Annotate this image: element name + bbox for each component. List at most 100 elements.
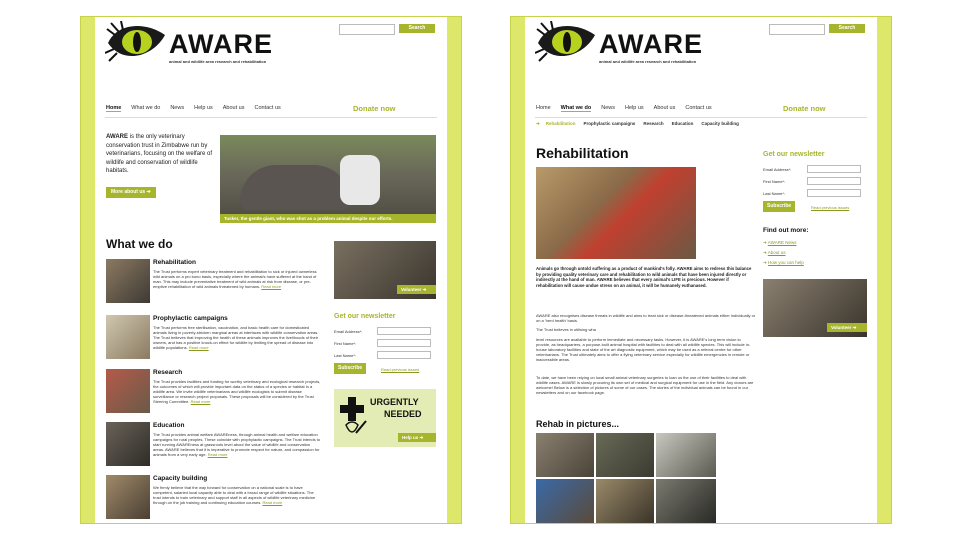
nav-home[interactable]: Home: [106, 105, 122, 112]
nav-help-us[interactable]: Help us: [194, 105, 213, 111]
section-title-prophylactic[interactable]: Prophylactic campaigns: [153, 315, 228, 322]
last-name-label: Last Name*:: [763, 191, 786, 196]
nav-about-us[interactable]: About us: [654, 105, 676, 111]
read-more-link[interactable]: Read more: [261, 284, 281, 289]
sub-nav: ➔ Rehabilitation Prophylactic campaigns Res…: [536, 121, 739, 127]
nav-help-us[interactable]: Help us: [625, 105, 644, 111]
read-more-link[interactable]: Read more: [189, 345, 209, 350]
paragraph-3: level resources are available to perform…: [536, 337, 751, 362]
nav-contact-us[interactable]: Contact us: [254, 105, 280, 111]
previous-issues-link[interactable]: Read previous issues: [811, 205, 849, 210]
needed-text: NEEDED: [384, 409, 422, 419]
capacity-thumb[interactable]: [106, 475, 150, 519]
donate-link[interactable]: Donate now: [353, 104, 396, 113]
link-aware-news[interactable]: ➔ AWARE News: [763, 238, 804, 248]
first-aid-icon: [340, 397, 367, 434]
donate-link[interactable]: Donate now: [783, 104, 826, 113]
last-name-field[interactable]: [807, 189, 861, 197]
email-field[interactable]: [807, 165, 861, 173]
main-nav: Home What we do News Help us About us Contact…: [106, 105, 291, 112]
hero-caption: Tusker, the gentle giant, who was shot a…: [220, 214, 436, 223]
first-name-label: First Name*:: [334, 341, 357, 346]
rehab-page-frame: AWARE animal and wildlife area research …: [510, 16, 892, 524]
nav-divider: [105, 117, 437, 118]
prophylactic-thumb[interactable]: [106, 315, 150, 359]
nav-contact-us[interactable]: Contact us: [685, 105, 711, 111]
research-thumb[interactable]: [106, 369, 150, 413]
find-out-links: ➔ AWARE News ➔ About us ➔ How you can he…: [763, 238, 804, 268]
brand-name: AWARE: [599, 29, 704, 59]
cheetah-photo: [536, 167, 696, 259]
search-button[interactable]: Search: [829, 24, 865, 33]
subscribe-button[interactable]: Subscribe: [334, 363, 367, 374]
brand-name: AWARE: [169, 29, 274, 59]
read-more-link[interactable]: Read more: [208, 452, 228, 457]
newsletter-heading: Get our newsletter: [334, 313, 396, 320]
rehabilitation-thumb[interactable]: [106, 259, 150, 303]
nav-news[interactable]: News: [601, 105, 615, 111]
urgently-needed-banner[interactable]: URGENTLY NEEDED Help us ➔: [334, 389, 436, 447]
subnav-prophylactic[interactable]: Prophylactic campaigns: [584, 121, 636, 126]
last-name-label: Last Name*:: [334, 353, 357, 358]
aware-eye-logo[interactable]: [535, 21, 597, 65]
subnav-capacity[interactable]: Capacity building: [701, 121, 739, 126]
urgently-text: URGENTLY: [370, 397, 419, 407]
email-label: Email Address*:: [334, 329, 363, 334]
section-title-rehabilitation[interactable]: Rehabilitation: [153, 259, 196, 266]
previous-issues-link[interactable]: Read previous issues: [381, 367, 419, 372]
email-label: Email Address*:: [763, 167, 792, 172]
gallery-photo[interactable]: [536, 479, 594, 523]
last-name-field[interactable]: [377, 351, 431, 359]
nav-news[interactable]: News: [170, 105, 184, 111]
search-input[interactable]: [339, 24, 395, 35]
education-thumb[interactable]: [106, 422, 150, 466]
volunteer-button[interactable]: Volunteer ➔: [397, 285, 436, 294]
arrow-right-icon: ➔: [536, 121, 540, 126]
intro-text: AWARE is the only veterinary conservatio…: [106, 134, 213, 174]
nav-what-we-do[interactable]: What we do: [560, 105, 592, 112]
subnav-education[interactable]: Education: [672, 121, 694, 126]
section-text-capacity: We firmly believe that the way forward f…: [153, 485, 316, 505]
subnav-rehabilitation[interactable]: Rehabilitation: [546, 121, 576, 126]
help-us-button[interactable]: Help us ➔: [398, 433, 436, 442]
brand-tagline: animal and wildlife area research and re…: [169, 59, 267, 64]
section-text-education: The Trust provides animal welfare AWAREn…: [153, 432, 321, 457]
gallery-photo[interactable]: [596, 433, 654, 477]
section-title-education[interactable]: Education: [153, 422, 184, 429]
search-input[interactable]: [769, 24, 825, 35]
read-more-link[interactable]: Read more: [191, 399, 211, 404]
hero-elephant-photo: [220, 135, 436, 223]
main-nav: Home What we do News Help us About us Contact…: [536, 105, 722, 112]
home-page: AWARE animal and wildlife area research …: [95, 17, 447, 523]
nav-home[interactable]: Home: [536, 105, 551, 111]
link-about-us[interactable]: ➔ About us: [763, 248, 804, 258]
gallery-photo[interactable]: [656, 479, 716, 523]
section-title-capacity[interactable]: Capacity building: [153, 475, 207, 482]
nav-what-we-do[interactable]: What we do: [131, 105, 160, 111]
rehab-pictures-heading: Rehab in pictures...: [536, 419, 620, 429]
paragraph-4: To date, we have been relying on local s…: [536, 375, 754, 395]
gallery-photo[interactable]: [536, 433, 594, 477]
gallery-photo[interactable]: [656, 433, 716, 477]
search-button[interactable]: Search: [399, 24, 435, 33]
lead-paragraph: Animals go through untold suffering as a…: [536, 266, 752, 288]
section-title-research[interactable]: Research: [153, 369, 182, 376]
first-name-field[interactable]: [807, 177, 861, 185]
gallery-photo[interactable]: [596, 479, 654, 523]
first-name-field[interactable]: [377, 339, 431, 347]
paragraph-1: AWARE also recognises disease threats in…: [536, 313, 756, 323]
volunteer-button[interactable]: Volunteer ➔: [827, 323, 867, 332]
section-text-rehabilitation: The Trust performs expert veterinary tre…: [153, 269, 317, 289]
nav-about-us[interactable]: About us: [223, 105, 245, 111]
more-about-us-button[interactable]: More about us ➔: [106, 187, 156, 198]
find-out-more-heading: Find out more:: [763, 227, 809, 234]
aware-eye-logo[interactable]: [105, 21, 167, 65]
rehab-gallery: [536, 433, 716, 523]
read-more-link[interactable]: Read more: [262, 500, 282, 505]
subscribe-button[interactable]: Subscribe: [763, 201, 796, 212]
subnav-research[interactable]: Research: [643, 121, 663, 126]
email-field[interactable]: [377, 327, 431, 335]
page-title: Rehabilitation: [536, 145, 629, 161]
link-how-you-can-help[interactable]: ➔ How you can help: [763, 258, 804, 268]
newsletter-heading: Get our newsletter: [763, 151, 825, 158]
